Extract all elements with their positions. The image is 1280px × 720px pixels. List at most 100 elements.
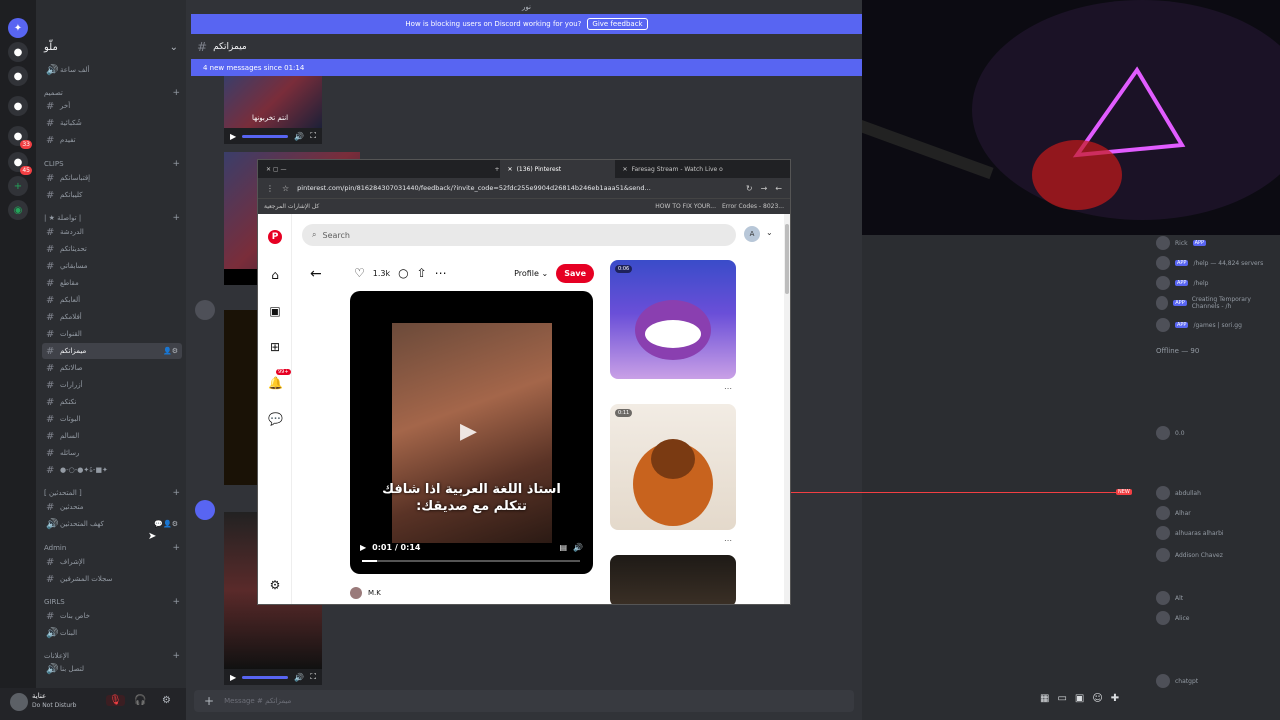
gear-icon[interactable]: ⚙ (162, 695, 171, 706)
channel-item[interactable]: # تحديثاتكم (42, 241, 182, 257)
avatar[interactable]: A (744, 226, 760, 242)
apps-icon[interactable]: ✚ (1111, 693, 1119, 704)
member-row[interactable]: abdullah (1156, 485, 1201, 501)
related-pin[interactable]: 0:11 (610, 404, 736, 530)
pin-author[interactable]: M.K (350, 587, 381, 599)
play-icon[interactable]: ▶ (460, 419, 477, 444)
window-menu-icon[interactable]: ✕ ▢ — (258, 160, 295, 178)
channel-item[interactable]: # البوتات (42, 411, 182, 427)
save-button[interactable]: Save (556, 263, 594, 283)
video-progress[interactable] (242, 134, 289, 138)
message-input[interactable]: + Message # ميمزاتكم (194, 690, 854, 712)
channel-item[interactable]: # إقتباساتكم (42, 170, 182, 186)
back-arrow-icon[interactable]: ← (310, 266, 322, 282)
grid-icon[interactable]: ▦ (1040, 693, 1049, 704)
member-row[interactable]: APP/games | sori.gg (1156, 317, 1242, 333)
channel-item[interactable]: # صالاتكم (42, 360, 182, 376)
category[interactable]: الإعلانات + (44, 651, 180, 661)
give-feedback-button[interactable]: Give feedback (587, 18, 648, 30)
channel-item[interactable]: # شُكبائية (42, 115, 182, 131)
channel-item[interactable]: # الدردشة (42, 224, 182, 240)
bookmark-star-icon[interactable]: ☆ (282, 184, 289, 193)
add-channel-icon[interactable]: + (172, 88, 180, 98)
search-input[interactable]: ⌕ Search (302, 224, 736, 246)
add-channel-icon[interactable]: + (172, 488, 180, 498)
member-row[interactable]: chatgpt (1156, 673, 1198, 689)
chevron-down-icon[interactable]: ⌄ (766, 228, 773, 237)
add-channel-icon[interactable]: + (172, 543, 180, 553)
member-row[interactable]: Alhar (1156, 505, 1191, 521)
window-icon[interactable]: ▭ (1057, 693, 1066, 704)
tab-stream[interactable]: ✕ Faresag Stream - Watch Live o (615, 160, 731, 178)
discord-home-icon[interactable]: ✦ (8, 18, 28, 38)
channel-item[interactable]: # مسابقاتي (42, 258, 182, 274)
forward-icon[interactable]: → (761, 184, 768, 193)
home-icon[interactable]: ⌂ (268, 268, 282, 282)
play-icon[interactable]: ▶ (230, 132, 236, 141)
headphones-icon[interactable]: 🎧 (134, 695, 146, 706)
fullscreen-icon[interactable]: ⛶ (310, 131, 316, 141)
avatar[interactable] (10, 693, 28, 711)
channel-item[interactable]: # ألعابكم (42, 292, 182, 308)
bookmark-all[interactable]: كل الإشارات المرجعية (264, 203, 319, 210)
video-progress[interactable] (242, 675, 289, 679)
add-attachment-icon[interactable]: + (204, 694, 214, 708)
play-icon[interactable]: ▶ (230, 673, 236, 682)
member-row[interactable]: Alt (1156, 590, 1183, 606)
channel-item-active[interactable]: # ميمزاتكم 👤⚙ (42, 343, 182, 359)
settings-icon[interactable]: 👤⚙ (163, 347, 178, 355)
play-icon[interactable]: ▶ (360, 543, 366, 552)
chevron-down-icon[interactable]: ⌄ (170, 42, 178, 53)
channel-item[interactable]: # السالم (42, 428, 182, 444)
member-row[interactable]: Alice (1156, 610, 1189, 626)
server-header[interactable]: ملّو ⌄ (36, 36, 186, 58)
scrollbar[interactable] (784, 214, 790, 604)
add-channel-icon[interactable]: + (172, 651, 180, 661)
avatar[interactable] (195, 300, 215, 320)
related-pin[interactable] (610, 555, 736, 604)
more-icon[interactable]: ⋯ (724, 536, 732, 545)
channel-item[interactable]: # رسائله (42, 445, 182, 461)
voice-channel-item[interactable]: 🔊 كهف المتحدثين 💬👤⚙ (42, 516, 182, 532)
channel-item[interactable]: 🔊 ألف ساعة (42, 62, 182, 78)
category[interactable]: GIRLS + (44, 597, 180, 607)
category[interactable]: Admin + (44, 543, 180, 553)
emoji-icon[interactable]: ☺ (1092, 693, 1102, 704)
more-icon[interactable]: ⋯ (435, 266, 447, 280)
category[interactable]: | ★ تواصلة | + (44, 213, 180, 223)
bell-icon[interactable]: 🔔 (268, 376, 283, 390)
channel-item[interactable]: # الإشراف (42, 554, 182, 570)
video-attachment[interactable] (224, 310, 258, 485)
video-seekbar[interactable] (362, 560, 580, 562)
discover-icon[interactable]: ◉ (8, 200, 28, 220)
member-row[interactable]: APP/help — 44,824 servers (1156, 255, 1263, 271)
url-field[interactable]: pinterest.com/pin/816284307031440/feedba… (297, 184, 738, 192)
volume-icon[interactable]: 🔊 (573, 543, 583, 552)
explore-icon[interactable]: ▣ (268, 304, 282, 318)
add-server-icon[interactable]: + (8, 176, 28, 196)
share-icon[interactable]: ⇧ (417, 266, 427, 280)
category[interactable]: CLIPS + (44, 159, 180, 169)
profile-dropdown[interactable]: Profile ⌄ (514, 269, 548, 278)
server-icon[interactable]: ● 33 (8, 126, 32, 149)
volume-icon[interactable]: 🔊 (294, 673, 304, 682)
channel-item[interactable]: # أخر (42, 98, 182, 114)
channel-item[interactable]: # ●-○-●✦هُ-■✦ (42, 462, 182, 478)
server-icon[interactable]: ● (8, 66, 28, 86)
pinterest-logo-icon[interactable]: P (268, 230, 282, 244)
more-icon[interactable]: ⋯ (724, 384, 732, 393)
captions-icon[interactable]: ▤ (559, 543, 567, 552)
channel-item[interactable]: # مقاطع (42, 275, 182, 291)
channel-item[interactable]: 🔊 البنات (42, 625, 182, 641)
tab-pinterest[interactable]: ✕ (136) Pinterest (499, 160, 615, 178)
settings-gear-icon[interactable]: ⚙ (268, 578, 282, 592)
channel-item[interactable]: # خاص بنات (42, 608, 182, 624)
avatar[interactable] (195, 500, 215, 520)
fullscreen-icon[interactable]: ⛶ (310, 672, 316, 682)
channel-item[interactable]: # نكتكم (42, 394, 182, 410)
bookmark-item[interactable]: HOW TO FIX YOUR... (655, 203, 716, 210)
channel-item[interactable]: # أزرارات (42, 377, 182, 393)
server-icon[interactable]: ● (8, 42, 28, 62)
pin-video[interactable]: ▶ استاذ اللغة العربية اذا شافك تتكلم مع … (350, 291, 593, 574)
member-row[interactable]: APP Creating Temporary Channels - /h (1156, 295, 1280, 311)
